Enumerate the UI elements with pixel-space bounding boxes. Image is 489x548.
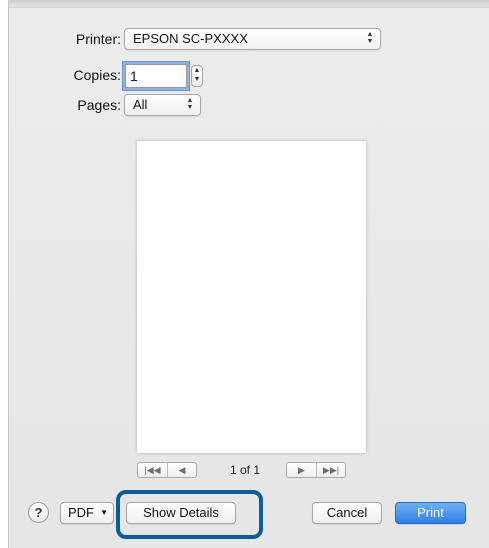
copies-field[interactable]: 1 <box>125 64 187 88</box>
copies-label: Copies: <box>73 67 121 83</box>
nav-forward-group: ▶ ▶▶| <box>286 462 346 478</box>
print-button[interactable]: Print <box>395 502 466 524</box>
updown-arrows-icon: ▲ ▼ <box>366 31 374 45</box>
title-strip <box>9 0 489 8</box>
first-page-icon[interactable]: |◀◀ <box>138 463 167 477</box>
pages-value: All <box>133 97 148 112</box>
next-page-icon[interactable]: ▶ <box>287 463 316 477</box>
cancel-button[interactable]: Cancel <box>312 502 382 524</box>
page-preview <box>137 141 366 453</box>
nav-back-group: |◀◀ ◀ <box>137 462 197 478</box>
copies-stepper[interactable]: ▲ ▼ <box>191 65 203 87</box>
last-page-icon[interactable]: ▶▶| <box>316 463 345 477</box>
page-counter: 1 of 1 <box>230 463 261 477</box>
pdf-menu-button[interactable]: PDF ▼ <box>60 502 114 524</box>
pages-label: Pages: <box>77 97 121 113</box>
pdf-label: PDF <box>68 505 94 520</box>
help-button[interactable]: ? <box>28 502 49 523</box>
stepper-down-icon[interactable]: ▼ <box>192 75 202 84</box>
show-details-highlight <box>116 490 263 539</box>
dropdown-triangle-icon: ▼ <box>100 508 108 517</box>
previous-page-icon[interactable]: ◀ <box>167 463 196 477</box>
pages-popup[interactable]: All ▲ ▼ <box>124 94 201 116</box>
printer-value: EPSON SC-PXXXX <box>133 31 248 46</box>
stepper-up-icon[interactable]: ▲ <box>192 66 202 75</box>
print-dialog: Printer: EPSON SC-PXXXX ▲ ▼ Copies: 1 ▲ ▼… <box>8 0 489 548</box>
updown-arrows-icon: ▲ ▼ <box>186 97 194 111</box>
printer-label: Printer: <box>75 31 121 47</box>
printer-popup[interactable]: EPSON SC-PXXXX ▲ ▼ <box>124 28 381 50</box>
